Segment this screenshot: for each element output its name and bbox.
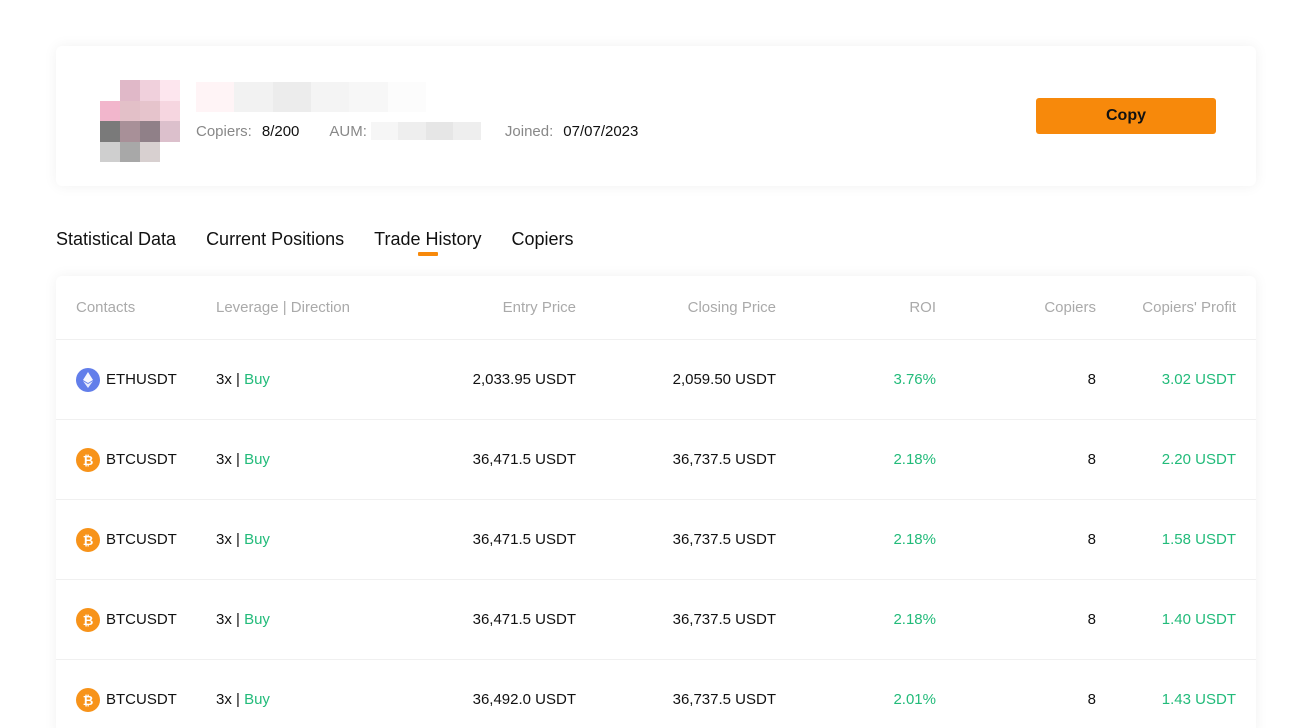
contract-cell: ₿ BTCUSDT bbox=[56, 687, 216, 712]
joined-value: 07/07/2023 bbox=[563, 122, 639, 140]
leverage-direction-cell: 3x | Buy bbox=[216, 611, 376, 628]
tab-trade-history[interactable]: Trade History bbox=[374, 228, 481, 258]
roi-cell: 2.01% bbox=[893, 691, 936, 708]
copiers-profit-cell: 1.40 USDT bbox=[1161, 611, 1236, 628]
header-copiers: Copiers bbox=[1044, 299, 1096, 316]
leverage-direction-cell: 3x | Buy bbox=[216, 531, 376, 548]
tab-current-positions[interactable]: Current Positions bbox=[206, 228, 344, 258]
trader-stats: Copiers: 8/200 AUM: Joined: 07/07/2023 bbox=[196, 121, 668, 141]
copiers-cell: 8 bbox=[1087, 371, 1096, 388]
direction-value: Buy bbox=[244, 611, 270, 628]
contract-cell: ₿ BTCUSDT bbox=[56, 607, 216, 632]
joined-stat: Joined: 07/07/2023 bbox=[505, 123, 638, 140]
tab-bar: Statistical Data Current Positions Trade… bbox=[56, 228, 604, 258]
svg-text:₿: ₿ bbox=[83, 454, 94, 467]
entry-price-cell: 36,471.5 USDT bbox=[472, 451, 576, 468]
table-row[interactable]: ₿ BTCUSDT 3x | Buy 36,471.5 USDT 36,737.5 US… bbox=[56, 580, 1256, 660]
aum-label: AUM: bbox=[329, 122, 367, 140]
header-closing-price: Closing Price bbox=[687, 299, 776, 316]
contract-cell: ETHUSDT bbox=[56, 367, 216, 392]
entry-price-cell: 36,492.0 USDT bbox=[472, 691, 576, 708]
table-row[interactable]: ₿ BTCUSDT 3x | Buy 36,492.0 USDT 36,737.5 US… bbox=[56, 660, 1256, 728]
copiers-label: Copiers: bbox=[196, 122, 252, 140]
trader-profile-card: Copiers: 8/200 AUM: Joined: 07/07/2023 C… bbox=[56, 46, 1256, 186]
closing-price-cell: 2,059.50 USDT bbox=[672, 371, 776, 388]
trader-name-redacted bbox=[196, 82, 426, 112]
entry-price-cell: 36,471.5 USDT bbox=[472, 531, 576, 548]
bitcoin-icon: ₿ bbox=[76, 447, 100, 472]
direction-value: Buy bbox=[244, 531, 270, 548]
entry-price-cell: 2,033.95 USDT bbox=[472, 371, 576, 388]
leverage-direction-cell: 3x | Buy bbox=[216, 691, 376, 708]
contract-symbol: BTCUSDT bbox=[106, 451, 177, 468]
contract-symbol: BTCUSDT bbox=[106, 691, 177, 708]
closing-price-cell: 36,737.5 USDT bbox=[672, 451, 776, 468]
leverage-value: 3x | bbox=[216, 531, 240, 548]
copiers-profit-cell: 1.43 USDT bbox=[1161, 691, 1236, 708]
contract-symbol: ETHUSDT bbox=[106, 371, 177, 388]
bitcoin-icon: ₿ bbox=[76, 607, 100, 632]
table-row[interactable]: ₿ BTCUSDT 3x | Buy 36,471.5 USDT 36,737.5 US… bbox=[56, 420, 1256, 500]
leverage-value: 3x | bbox=[216, 691, 240, 708]
leverage-direction-cell: 3x | Buy bbox=[216, 451, 376, 468]
table-body: ETHUSDT 3x | Buy 2,033.95 USDT 2,059.50 USD… bbox=[56, 340, 1256, 728]
copiers-cell: 8 bbox=[1087, 611, 1096, 628]
closing-price-cell: 36,737.5 USDT bbox=[672, 611, 776, 628]
roi-cell: 2.18% bbox=[893, 611, 936, 628]
direction-value: Buy bbox=[244, 371, 270, 388]
svg-text:₿: ₿ bbox=[83, 534, 94, 547]
copiers-cell: 8 bbox=[1087, 451, 1096, 468]
tab-statistical-data[interactable]: Statistical Data bbox=[56, 228, 176, 258]
aum-stat: AUM: bbox=[329, 123, 367, 140]
copiers-value: 8/200 bbox=[261, 122, 300, 140]
bitcoin-icon: ₿ bbox=[76, 527, 100, 552]
joined-label: Joined: bbox=[504, 122, 554, 140]
trade-history-table: Contacts Leverage | Direction Entry Pric… bbox=[56, 276, 1256, 728]
copiers-cell: 8 bbox=[1087, 531, 1096, 548]
leverage-value: 3x | bbox=[216, 611, 240, 628]
svg-text:₿: ₿ bbox=[83, 694, 94, 707]
leverage-value: 3x | bbox=[216, 371, 240, 388]
copiers-cell: 8 bbox=[1087, 691, 1096, 708]
header-copiers-profit: Copiers' Profit bbox=[1142, 299, 1236, 316]
contract-symbol: BTCUSDT bbox=[106, 611, 177, 628]
tab-copiers[interactable]: Copiers bbox=[511, 228, 573, 258]
header-entry-price: Entry Price bbox=[502, 299, 576, 316]
copiers-profit-cell: 2.20 USDT bbox=[1161, 451, 1236, 468]
table-header: Contacts Leverage | Direction Entry Pric… bbox=[56, 276, 1256, 340]
entry-price-cell: 36,471.5 USDT bbox=[472, 611, 576, 628]
aum-value-redacted bbox=[370, 122, 481, 140]
roi-cell: 2.18% bbox=[893, 531, 936, 548]
table-row[interactable]: ETHUSDT 3x | Buy 2,033.95 USDT 2,059.50 USD… bbox=[56, 340, 1256, 420]
copiers-profit-cell: 1.58 USDT bbox=[1161, 531, 1236, 548]
leverage-direction-cell: 3x | Buy bbox=[216, 371, 376, 388]
direction-value: Buy bbox=[244, 691, 270, 708]
copy-button[interactable]: Copy bbox=[1036, 98, 1216, 134]
copiers-stat: Copiers: 8/200 bbox=[196, 123, 299, 140]
contract-cell: ₿ BTCUSDT bbox=[56, 447, 216, 472]
header-contracts: Contacts bbox=[76, 299, 136, 316]
bitcoin-icon: ₿ bbox=[76, 687, 100, 712]
svg-text:₿: ₿ bbox=[83, 614, 94, 627]
table-row[interactable]: ₿ BTCUSDT 3x | Buy 36,471.5 USDT 36,737.5 US… bbox=[56, 500, 1256, 580]
closing-price-cell: 36,737.5 USDT bbox=[672, 531, 776, 548]
roi-cell: 3.76% bbox=[893, 371, 936, 388]
leverage-value: 3x | bbox=[216, 451, 240, 468]
closing-price-cell: 36,737.5 USDT bbox=[672, 691, 776, 708]
header-roi: ROI bbox=[909, 299, 936, 316]
contract-symbol: BTCUSDT bbox=[106, 531, 177, 548]
copiers-profit-cell: 3.02 USDT bbox=[1161, 371, 1236, 388]
header-leverage-direction: Leverage | Direction bbox=[216, 299, 350, 316]
ethereum-icon bbox=[76, 367, 100, 392]
contract-cell: ₿ BTCUSDT bbox=[56, 527, 216, 552]
avatar bbox=[100, 80, 180, 162]
direction-value: Buy bbox=[244, 451, 270, 468]
roi-cell: 2.18% bbox=[893, 451, 936, 468]
